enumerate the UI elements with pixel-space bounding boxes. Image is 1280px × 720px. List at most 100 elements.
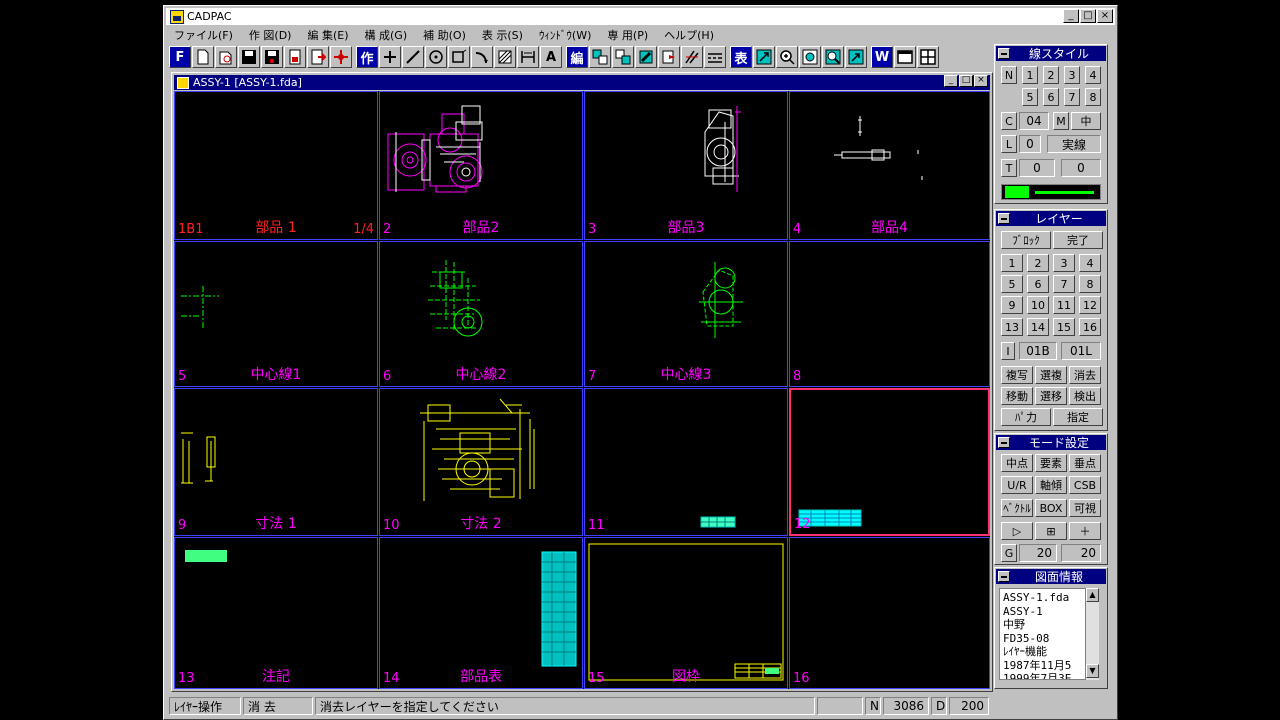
menu-special[interactable]: 専 用(P) <box>599 27 656 43</box>
linetype-name-field[interactable]: 実線 <box>1047 135 1101 153</box>
layer-select-move-button[interactable]: 選移 <box>1035 387 1067 405</box>
csb-button[interactable]: CSB <box>1069 476 1101 494</box>
minimize-button[interactable]: _ <box>1063 9 1079 23</box>
layer-cell-14[interactable]: 14 部品表 <box>379 537 583 689</box>
rotate-icon[interactable] <box>635 46 657 68</box>
menu-view[interactable]: 表 示(S) <box>474 27 531 43</box>
export-icon[interactable] <box>307 46 329 68</box>
file-mode-button[interactable]: F <box>169 46 191 68</box>
drawing-maximize-button[interactable]: □ <box>959 75 973 87</box>
layer-13-button[interactable]: 13 <box>1001 318 1023 336</box>
layer-detect-button[interactable]: 検出 <box>1069 387 1101 405</box>
layer-cell-16[interactable]: 16 <box>789 537 990 689</box>
layer-select-copy-button[interactable]: 選複 <box>1035 366 1067 384</box>
layer-move-button[interactable]: 移動 <box>1001 387 1033 405</box>
layer-cell-6[interactable]: 6 中心線2 <box>379 241 583 387</box>
layer-delete-button[interactable]: 消去 <box>1069 366 1101 384</box>
edit-mode-button[interactable]: 編 <box>566 46 588 68</box>
layer-4-button[interactable]: 4 <box>1079 254 1101 272</box>
single-view-icon[interactable] <box>894 46 916 68</box>
box-button[interactable]: BOX <box>1035 499 1067 517</box>
window-mode-button[interactable]: W <box>871 46 893 68</box>
scroll-track[interactable] <box>1086 602 1099 664</box>
linetype-value-field[interactable]: 0 <box>1019 135 1041 153</box>
crosshair-icon[interactable]: ＋ <box>1069 522 1101 540</box>
mode-value-field[interactable]: 中 <box>1071 112 1101 130</box>
layer-cell-4[interactable]: 4 部品4 <box>789 91 990 240</box>
layer-value-2[interactable]: 01L <box>1061 342 1101 360</box>
layer-cell-1[interactable]: 1B1 部品 1 1/4 <box>174 91 378 240</box>
color-c-button[interactable]: C <box>1001 112 1017 130</box>
trim-icon[interactable] <box>681 46 703 68</box>
line-icon[interactable] <box>402 46 424 68</box>
menu-draw[interactable]: 作 図(D) <box>241 27 300 43</box>
layer-cell-10[interactable]: 10 寸法 2 <box>379 388 583 536</box>
view-mode-button[interactable]: 表 <box>730 46 752 68</box>
layer-cell-15[interactable]: 15 図枠 <box>584 537 788 689</box>
layer-cell-13[interactable]: 13 注記 <box>174 537 378 689</box>
ur-button[interactable]: U/R <box>1001 476 1033 494</box>
grid-icon[interactable]: ⊞ <box>1035 522 1067 540</box>
perpendicular-button[interactable]: 垂点 <box>1069 454 1101 472</box>
new-doc-icon[interactable] <box>192 46 214 68</box>
info-minimize-button[interactable] <box>998 571 1010 582</box>
layer-12-button[interactable]: 12 <box>1079 296 1101 314</box>
thickness-value-2[interactable]: 0 <box>1061 159 1101 177</box>
menu-file[interactable]: ファイル(F) <box>166 27 241 43</box>
layer-specify-button[interactable]: 指定 <box>1053 408 1103 426</box>
maximize-button[interactable]: □ <box>1080 9 1096 23</box>
save-as-icon[interactable] <box>261 46 283 68</box>
menu-assist[interactable]: 補 助(O) <box>415 27 474 43</box>
layer-cell-12[interactable]: 12 <box>789 388 990 536</box>
layer-copy-button[interactable]: 複写 <box>1001 366 1033 384</box>
point-icon[interactable] <box>379 46 401 68</box>
layer-cell-5[interactable]: 5 中心線1 <box>174 241 378 387</box>
move-icon[interactable] <box>612 46 634 68</box>
drawing-minimize-button[interactable]: _ <box>944 75 958 87</box>
linestyle-3-button[interactable]: 3 <box>1064 66 1080 84</box>
midpoint-button[interactable]: 中点 <box>1001 454 1033 472</box>
linestyle-7-button[interactable]: 7 <box>1064 88 1080 106</box>
layer-1-button[interactable]: 1 <box>1001 254 1023 272</box>
scroll-down-icon[interactable]: ▼ <box>1086 664 1099 678</box>
linestyle-minimize-button[interactable] <box>998 48 1010 59</box>
layer-minimize-button[interactable] <box>998 213 1010 224</box>
menu-edit[interactable]: 編 集(E) <box>299 27 356 43</box>
snap-icon[interactable] <box>330 46 352 68</box>
print-icon[interactable] <box>284 46 306 68</box>
linetype-l-button[interactable]: L <box>1001 135 1017 153</box>
draw-mode-button[interactable]: 作 <box>356 46 378 68</box>
color-preview[interactable] <box>1001 184 1101 200</box>
grid-g-button[interactable]: G <box>1001 544 1017 562</box>
layer-cell-3[interactable]: 3 部品3 <box>584 91 788 240</box>
menu-compose[interactable]: 構 成(G) <box>357 27 416 43</box>
linestyle-n-button[interactable]: N <box>1001 66 1017 84</box>
mode-m-button[interactable]: M <box>1053 112 1069 130</box>
layer-input-button[interactable]: ﾊﾟ力 <box>1001 408 1051 426</box>
close-button[interactable]: × <box>1097 9 1113 23</box>
linestyle-6-button[interactable]: 6 <box>1043 88 1059 106</box>
scroll-up-icon[interactable]: ▲ <box>1086 588 1099 602</box>
drawing-close-button[interactable]: × <box>974 75 988 87</box>
zoom-all-icon[interactable] <box>799 46 821 68</box>
linestyle-5-button[interactable]: 5 <box>1022 88 1038 106</box>
thickness-value-1[interactable]: 0 <box>1019 159 1055 177</box>
zoom-window-icon[interactable] <box>753 46 775 68</box>
done-button[interactable]: 完了 <box>1053 231 1103 249</box>
text-icon[interactable]: A <box>540 46 562 68</box>
axis-tilt-button[interactable]: 軸傾 <box>1035 476 1067 494</box>
linestyle-1-button[interactable]: 1 <box>1022 66 1038 84</box>
layer-11-button[interactable]: 11 <box>1053 296 1075 314</box>
element-button[interactable]: 要素 <box>1035 454 1067 472</box>
layer-6-button[interactable]: 6 <box>1027 275 1049 293</box>
linestyle-4-button[interactable]: 4 <box>1085 66 1101 84</box>
layer-cell-11[interactable]: 11 <box>584 388 788 536</box>
layer-2-button[interactable]: 2 <box>1027 254 1049 272</box>
open-icon[interactable] <box>215 46 237 68</box>
pan-icon[interactable] <box>845 46 867 68</box>
layer-8-button[interactable]: 8 <box>1079 275 1101 293</box>
layer-cell-7[interactable]: 7 中心線3 <box>584 241 788 387</box>
layer-cell-2[interactable]: 2 部品2 <box>379 91 583 240</box>
color-value-field[interactable]: 04 <box>1019 112 1049 130</box>
hatch-icon[interactable] <box>494 46 516 68</box>
